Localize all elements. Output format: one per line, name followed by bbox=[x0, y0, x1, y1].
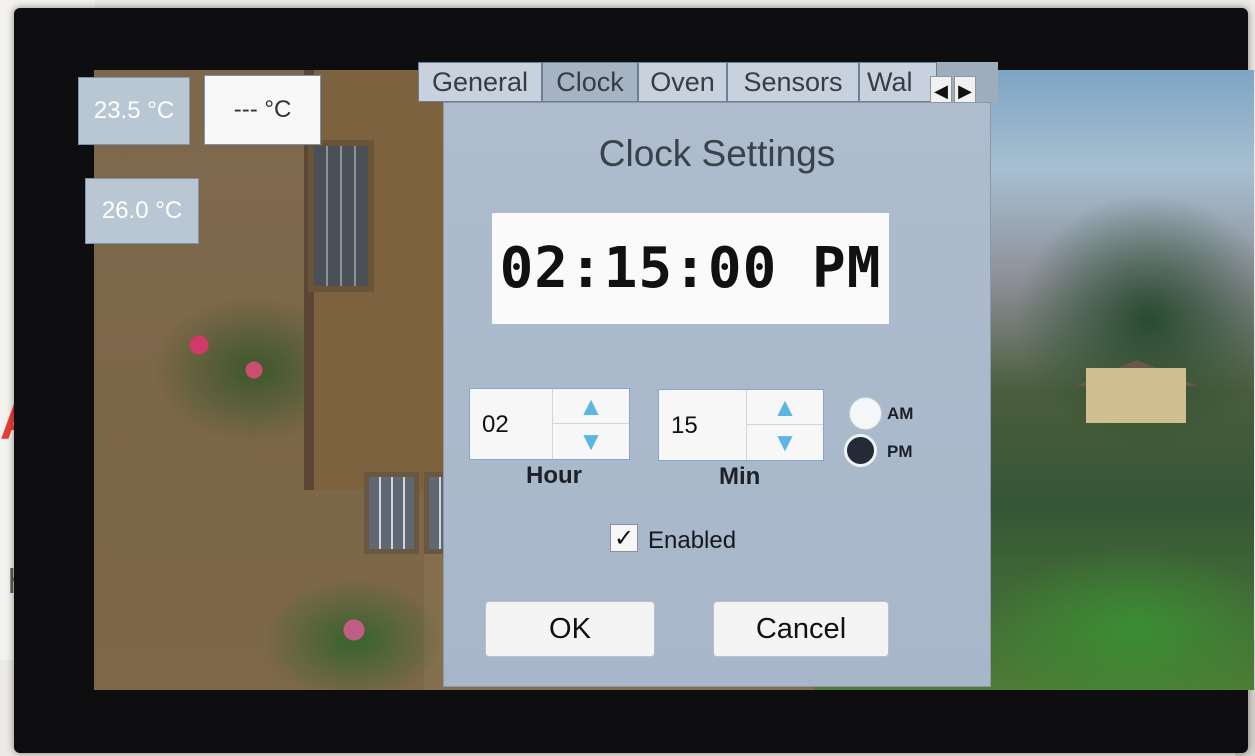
hour-value: 02 bbox=[482, 411, 509, 438]
tab-wal[interactable]: Wal bbox=[859, 62, 937, 102]
clock-display: 02:15:00 PM bbox=[492, 213, 889, 324]
tab-label: General bbox=[431, 66, 529, 97]
temperature-readout-3: 26.0 °C bbox=[85, 178, 199, 244]
settings-tabbar: General Clock Oven Sensors Wal bbox=[418, 62, 998, 102]
pm-radio-label: PM bbox=[887, 442, 913, 461]
hour-stepper-buttons: ▲ ▼ bbox=[552, 389, 629, 459]
minute-up-button[interactable]: ▲ bbox=[747, 390, 823, 425]
tab-oven[interactable]: Oven bbox=[638, 62, 727, 102]
enabled-checkbox[interactable]: ✓ bbox=[610, 524, 638, 552]
am-radio[interactable] bbox=[849, 397, 882, 430]
up-arrow-icon: ▲ bbox=[578, 390, 604, 421]
minute-down-button[interactable]: ▼ bbox=[747, 425, 823, 459]
tab-sensors[interactable]: Sensors bbox=[727, 62, 859, 102]
temperature-readout-2: --- °C bbox=[204, 75, 321, 145]
hour-spinner[interactable]: 02 ▲ ▼ bbox=[469, 388, 630, 460]
panel-title: Clock Settings bbox=[598, 133, 836, 174]
down-arrow-icon: ▼ bbox=[772, 426, 798, 457]
clock-settings-panel: Clock Settings 02:15:00 PM 02 ▲ ▼ Hour 1… bbox=[443, 102, 991, 687]
temperature-value-2: --- °C bbox=[233, 96, 292, 123]
minute-stepper-buttons: ▲ ▼ bbox=[746, 390, 823, 460]
ok-button-label: OK bbox=[549, 612, 591, 645]
building-window bbox=[364, 472, 419, 554]
cottage bbox=[1086, 368, 1186, 423]
temperature-value-3: 26.0 °C bbox=[101, 197, 183, 224]
tab-label: Sensors bbox=[743, 66, 843, 97]
tab-label: Clock bbox=[556, 66, 624, 97]
tab-label: Wal bbox=[867, 66, 913, 97]
minute-spinner[interactable]: 15 ▲ ▼ bbox=[658, 389, 824, 461]
hour-up-button[interactable]: ▲ bbox=[553, 389, 629, 424]
ok-button[interactable]: OK bbox=[485, 601, 655, 657]
tab-clock[interactable]: Clock bbox=[542, 62, 638, 102]
temperature-value-1: 23.5 °C bbox=[93, 97, 175, 124]
hour-down-button[interactable]: ▼ bbox=[553, 424, 629, 458]
left-arrow-icon: ◀ bbox=[934, 80, 948, 101]
cancel-button[interactable]: Cancel bbox=[713, 601, 889, 657]
pm-radio[interactable] bbox=[844, 434, 877, 467]
minute-value: 15 bbox=[671, 412, 698, 439]
temperature-readout-1: 23.5 °C bbox=[78, 77, 190, 145]
right-arrow-icon: ▶ bbox=[958, 80, 972, 101]
cancel-button-label: Cancel bbox=[755, 612, 847, 645]
down-arrow-icon: ▼ bbox=[578, 425, 604, 456]
up-arrow-icon: ▲ bbox=[772, 391, 798, 422]
tab-general[interactable]: General bbox=[418, 62, 542, 102]
tab-label: Oven bbox=[650, 66, 715, 97]
enabled-label: Enabled bbox=[648, 527, 737, 554]
minute-label: Min bbox=[719, 463, 761, 490]
am-radio-label: AM bbox=[887, 404, 914, 423]
building-window bbox=[308, 140, 374, 292]
check-icon: ✓ bbox=[613, 524, 635, 552]
hour-label: Hour bbox=[526, 462, 582, 489]
